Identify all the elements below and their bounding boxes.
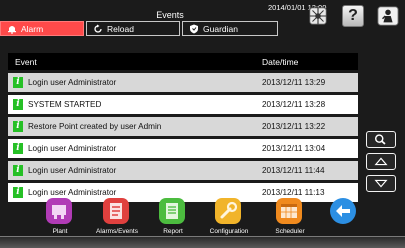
column-header-datetime: Date/time	[262, 57, 299, 67]
event-text: Login user Administrator	[28, 144, 117, 153]
alarms-events-icon	[103, 198, 129, 224]
tab-reload[interactable]: Reload	[86, 21, 180, 36]
scroll-up-icon	[374, 157, 388, 166]
event-text: SYSTEM STARTED	[28, 100, 102, 109]
table-row[interactable]: i Login user Administrator 2013/12/11 13…	[8, 139, 358, 158]
scheduler-icon	[276, 198, 302, 224]
table-header: Event Date/time	[8, 53, 358, 70]
bottom-nav: Plant Alarms/Events Report Configuration…	[0, 196, 405, 248]
info-icon: i	[13, 143, 23, 154]
tab-guardian-label: Guardian	[203, 23, 238, 34]
event-text: Login user Administrator	[28, 166, 117, 175]
event-datetime: 2013/12/11 13:28	[262, 100, 326, 109]
shield-icon	[190, 24, 198, 33]
tab-bar: Alarm Reload Guardian	[0, 21, 405, 37]
back-arrow-icon	[330, 198, 356, 224]
table-row[interactable]: i Restore Point created by user Admin 20…	[8, 117, 358, 136]
table-row[interactable]: i SYSTEM STARTED 2013/12/11 13:28	[8, 95, 358, 114]
event-datetime: 2013/12/11 13:22	[262, 122, 326, 131]
scroll-up-button[interactable]	[366, 153, 396, 170]
table-row[interactable]: i Login user Administrator 2013/12/11 11…	[8, 161, 358, 180]
event-text: Login user Administrator	[28, 78, 117, 87]
event-datetime: 2013/12/11 13:29	[262, 78, 326, 87]
tab-reload-label: Reload	[107, 23, 134, 34]
search-icon	[375, 134, 386, 145]
back-button[interactable]	[308, 198, 380, 238]
tab-alarm-label: Alarm	[21, 23, 44, 34]
plant-icon	[46, 198, 72, 224]
bell-icon	[8, 25, 16, 34]
event-datetime: 2013/12/11 13:04	[262, 144, 326, 153]
scroll-down-icon	[374, 179, 388, 188]
tab-guardian[interactable]: Guardian	[182, 21, 278, 36]
events-table: Event Date/time i Login user Administrat…	[8, 53, 358, 202]
reload-icon	[94, 24, 102, 33]
tab-alarm[interactable]: Alarm	[0, 21, 84, 36]
search-button[interactable]	[366, 131, 396, 148]
table-row[interactable]: i Login user Administrator 2013/12/11 13…	[8, 73, 358, 92]
event-datetime: 2013/12/11 11:44	[262, 166, 325, 175]
column-header-event: Event	[15, 57, 37, 67]
report-icon	[159, 198, 185, 224]
info-icon: i	[13, 165, 23, 176]
event-text: Restore Point created by user Admin	[28, 122, 162, 131]
info-icon: i	[13, 121, 23, 132]
scroll-down-button[interactable]	[366, 175, 396, 192]
info-icon: i	[13, 99, 23, 110]
info-icon: i	[13, 77, 23, 88]
wrench-icon	[215, 198, 241, 224]
events-screen: Events 2014/01/01 12:00 ? Alarm Reload G…	[0, 0, 405, 248]
